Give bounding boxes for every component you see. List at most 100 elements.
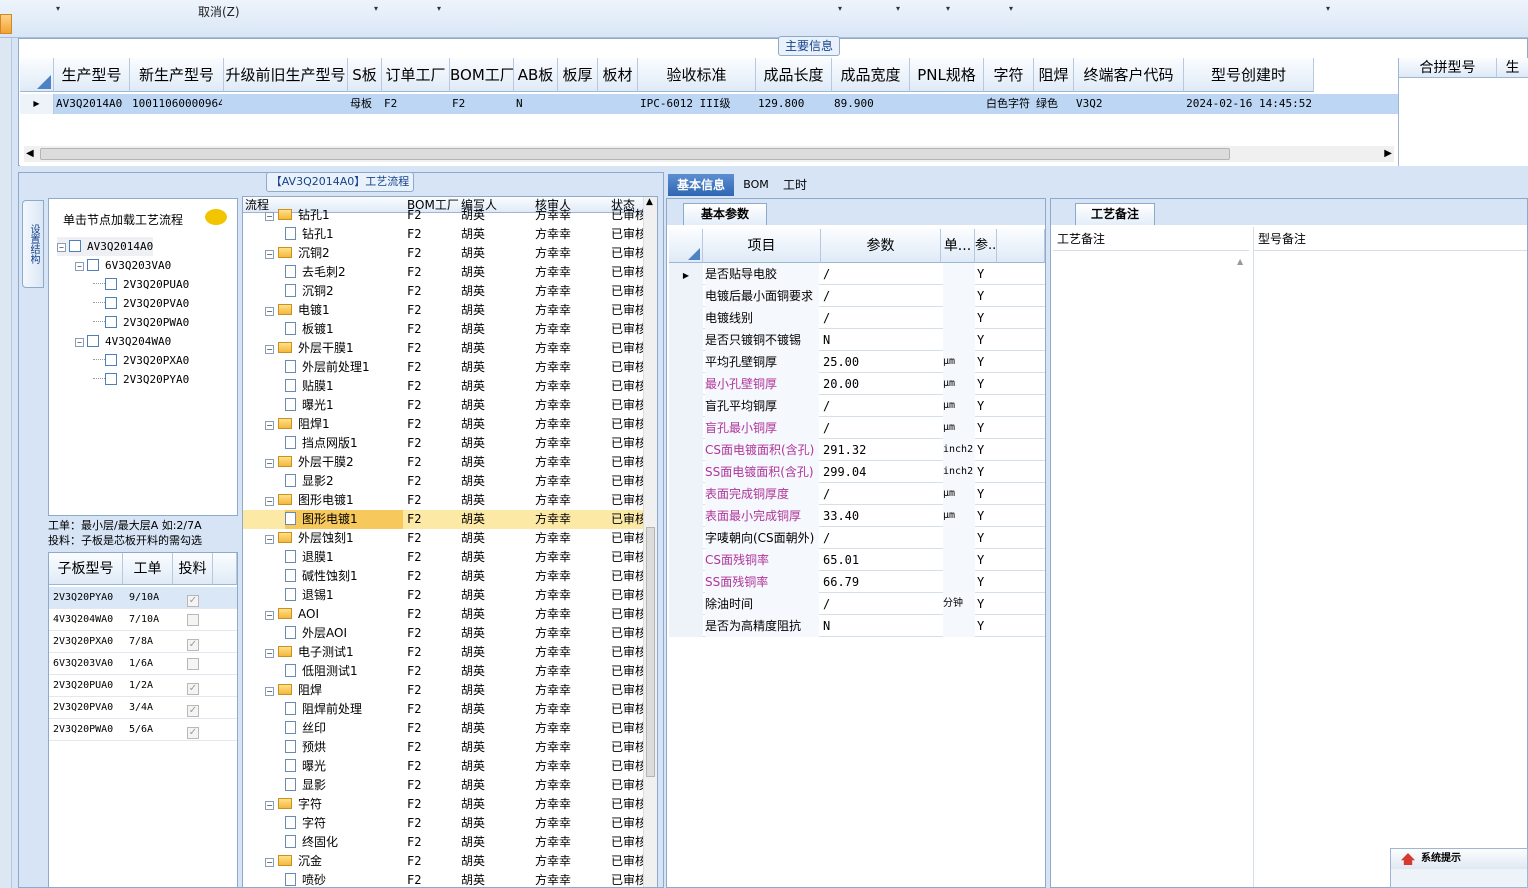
system-tip-popup[interactable]: 系统提示: [1390, 848, 1528, 888]
main-col-header[interactable]: AB板: [514, 58, 558, 92]
param-row[interactable]: ▶ 是否贴导电胶 / Y: [669, 263, 1045, 285]
table-row[interactable]: 4V3Q204WA0 7/10A: [49, 609, 237, 631]
param-value[interactable]: 25.00: [823, 351, 939, 373]
main-col-header[interactable]: 新生产型号: [130, 58, 224, 92]
main-col-header[interactable]: S板: [348, 58, 382, 92]
expand-toggle-icon[interactable]: −: [75, 262, 84, 271]
tree-node[interactable]: 2V3Q20PYA0: [93, 370, 189, 389]
cancel-button[interactable]: 取消(Z): [198, 3, 240, 20]
flow-row[interactable]: 碱性蚀刻1 F2 胡英 方幸幸 已审核: [243, 567, 653, 586]
flow-row[interactable]: − 钻孔1 F2 胡英 方幸幸 已审核: [243, 206, 653, 225]
material-checkbox[interactable]: ✓: [187, 680, 199, 695]
collapse-toggle-icon[interactable]: −: [265, 497, 274, 506]
flow-row[interactable]: 曝光 F2 胡英 方幸幸 已审核: [243, 757, 653, 776]
main-cell[interactable]: 白色字符: [986, 94, 1032, 114]
flow-row[interactable]: 低阻测试1 F2 胡英 方幸幸 已审核: [243, 662, 653, 681]
main-cell[interactable]: V3Q2: [1076, 94, 1182, 114]
expand-toggle-icon[interactable]: −: [75, 338, 84, 347]
collapse-toggle-icon[interactable]: −: [265, 307, 274, 316]
material-checkbox[interactable]: [187, 614, 199, 629]
flow-row[interactable]: − 沉铜2 F2 胡英 方幸幸 已审核: [243, 244, 653, 263]
flow-row[interactable]: 钻孔1 F2 胡英 方幸幸 已审核: [243, 225, 653, 244]
param-row[interactable]: 平均孔壁铜厚 25.00 μm Y: [669, 351, 1045, 373]
flow-row[interactable]: 丝印 F2 胡英 方幸幸 已审核: [243, 719, 653, 738]
table-row[interactable]: 2V3Q20PWA0 5/6A ✓: [49, 719, 237, 741]
main-col-header[interactable]: 板厚: [558, 58, 598, 92]
flow-row[interactable]: − AOI F2 胡英 方幸幸 已审核: [243, 605, 653, 624]
param-row[interactable]: 是否只镀铜不镀锡 N Y: [669, 329, 1045, 351]
scroll-up-icon[interactable]: ▲: [1237, 257, 1243, 266]
material-checkbox[interactable]: [187, 658, 199, 673]
param-row[interactable]: 电镀后最小面铜要求 / Y: [669, 285, 1045, 307]
param-value[interactable]: /: [823, 263, 939, 285]
expand-toggle-icon[interactable]: −: [57, 243, 66, 252]
collapse-toggle-icon[interactable]: −: [265, 858, 274, 867]
main-cell[interactable]: 129.800: [758, 94, 830, 114]
main-cell[interactable]: F2: [384, 94, 448, 114]
flow-row[interactable]: − 外层蚀刻1 F2 胡英 方幸幸 已审核: [243, 529, 653, 548]
scrollbar-thumb[interactable]: [646, 527, 655, 777]
collapse-toggle-icon[interactable]: −: [265, 250, 274, 259]
col-header-item[interactable]: 项目: [703, 229, 821, 263]
main-cell[interactable]: [226, 94, 346, 114]
main-col-header[interactable]: 阻焊: [1034, 58, 1074, 92]
flow-row[interactable]: 曝光1 F2 胡英 方幸幸 已审核: [243, 396, 653, 415]
param-value[interactable]: N: [823, 329, 939, 351]
param-value[interactable]: 20.00: [823, 373, 939, 395]
collapse-toggle-icon[interactable]: −: [265, 345, 274, 354]
param-value[interactable]: 299.04: [823, 461, 939, 483]
tree-node[interactable]: 2V3Q20PUA0: [93, 275, 189, 294]
main-cell[interactable]: 2024-02-16 14:45:52: [1186, 94, 1312, 114]
param-value[interactable]: 65.01: [823, 549, 939, 571]
process-remark-textarea[interactable]: [1053, 251, 1249, 887]
main-cell[interactable]: 89.900: [834, 94, 908, 114]
flow-vertical-scrollbar[interactable]: ▲: [643, 197, 657, 887]
flow-row[interactable]: − 字符 F2 胡英 方幸幸 已审核: [243, 795, 653, 814]
col-header-material[interactable]: 投料: [173, 553, 213, 585]
flow-row[interactable]: 贴膜1 F2 胡英 方幸幸 已审核: [243, 377, 653, 396]
main-col-header[interactable]: 成品宽度: [832, 58, 910, 92]
main-cell[interactable]: N: [516, 94, 556, 114]
param-value[interactable]: N: [823, 615, 939, 637]
param-row[interactable]: 表面完成铜厚度 / μm Y: [669, 483, 1045, 505]
flow-row[interactable]: − 阻焊1 F2 胡英 方幸幸 已审核: [243, 415, 653, 434]
main-col-header[interactable]: 生产型号: [54, 58, 130, 92]
param-row[interactable]: 除油时间 / 分钟 Y: [669, 593, 1045, 615]
material-checkbox[interactable]: ✓: [187, 702, 199, 717]
tree-node[interactable]: 2V3Q20PVA0: [93, 294, 189, 313]
table-row[interactable]: 6V3Q203VA0 1/6A: [49, 653, 237, 675]
dropdown-arrow-icon[interactable]: ▾: [1009, 4, 1013, 13]
table-row[interactable]: 2V3Q20PYA0 9/10A ✓: [49, 587, 237, 609]
param-row[interactable]: CS面残铜率 65.01 Y: [669, 549, 1045, 571]
flow-row[interactable]: 显影2 F2 胡英 方幸幸 已审核: [243, 472, 653, 491]
merge-col-header[interactable]: 生: [1497, 58, 1528, 78]
param-row[interactable]: 最小孔壁铜厚 20.00 μm Y: [669, 373, 1045, 395]
main-cell[interactable]: F2: [452, 94, 512, 114]
param-row[interactable]: 是否为高精度阻抗 N Y: [669, 615, 1045, 637]
material-checkbox[interactable]: ✓: [187, 592, 199, 607]
table-row[interactable]: 2V3Q20PUA0 1/2A ✓: [49, 675, 237, 697]
collapse-toggle-icon[interactable]: −: [265, 611, 274, 620]
param-row[interactable]: SS面电镀面积(含孔) 299.04 inch2 Y: [669, 461, 1045, 483]
param-row[interactable]: SS面残铜率 66.79 Y: [669, 571, 1045, 593]
tree-node[interactable]: 2V3Q20PWA0: [93, 313, 189, 332]
main-col-header[interactable]: 成品长度: [756, 58, 832, 92]
main-cell[interactable]: [560, 94, 596, 114]
flow-row[interactable]: 图形电镀1 F2 胡英 方幸幸 已审核: [243, 510, 653, 529]
flow-row[interactable]: − 图形电镀1 F2 胡英 方幸幸 已审核: [243, 491, 653, 510]
tab-basic-params[interactable]: 基本参数: [683, 203, 767, 225]
material-checkbox[interactable]: ✓: [187, 724, 199, 739]
flow-row[interactable]: 显影 F2 胡英 方幸幸 已审核: [243, 776, 653, 795]
param-row[interactable]: 电镀线别 / Y: [669, 307, 1045, 329]
tab-hours[interactable]: 工时: [778, 174, 812, 196]
scroll-right-icon[interactable]: ▶: [1384, 146, 1392, 162]
dropdown-arrow-icon[interactable]: ▾: [437, 4, 441, 13]
scroll-left-icon[interactable]: ◀: [26, 146, 34, 162]
param-row[interactable]: 字唛朝向(CS面朝外) / Y: [669, 527, 1045, 549]
flow-row[interactable]: 外层AOI F2 胡英 方幸幸 已审核: [243, 624, 653, 643]
flow-row[interactable]: − 外层干膜1 F2 胡英 方幸幸 已审核: [243, 339, 653, 358]
col-header-sub-model[interactable]: 子板型号: [49, 553, 123, 585]
flow-row[interactable]: 去毛刺2 F2 胡英 方幸幸 已审核: [243, 263, 653, 282]
param-value[interactable]: 33.40: [823, 505, 939, 527]
table-row[interactable]: 2V3Q20PVA0 3/4A ✓: [49, 697, 237, 719]
